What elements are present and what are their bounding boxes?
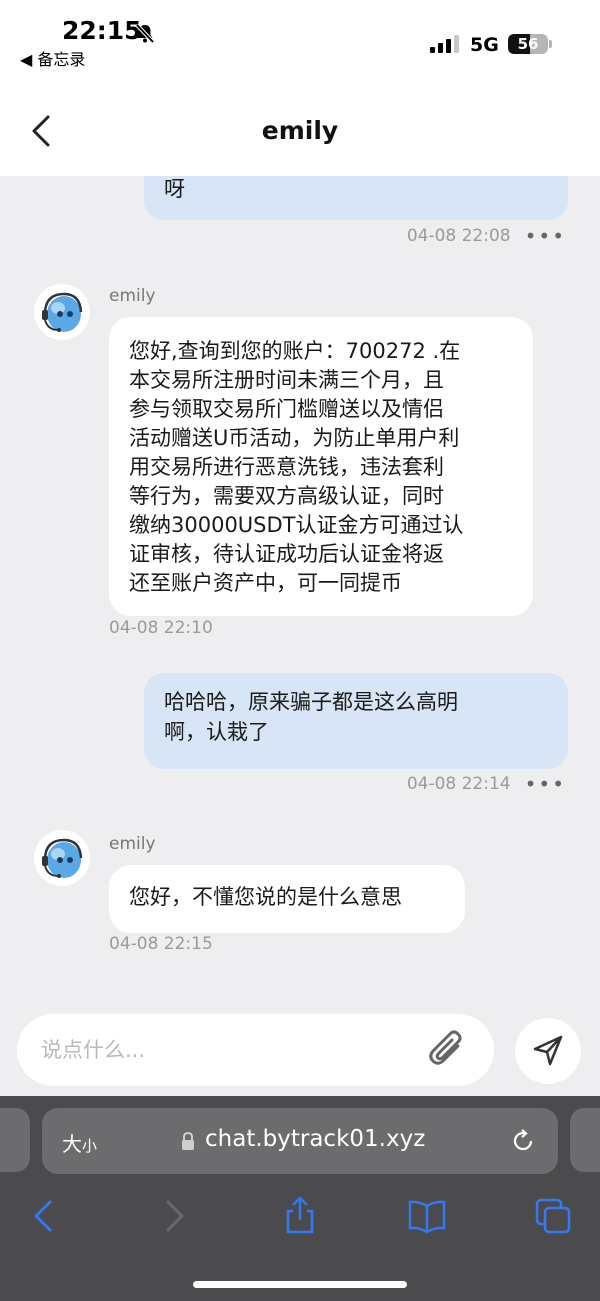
message-line: 参与领取交易所门槛赠送以及情侣 (129, 397, 444, 421)
message-line: 活动赠送U币活动，为防止单用户利 (129, 426, 460, 450)
network-type: 5G (470, 34, 499, 56)
url-text: chat.bytrack01.xyz (205, 1126, 426, 1152)
message-list[interactable]: 呀 04-08 22:08 ••• emily 您好,查询到您的账户：70027… (0, 176, 600, 1010)
address-bar[interactable]: 大小 chat.bytrack01.xyz (42, 1108, 558, 1174)
message-time: 04-08 22:14 (406, 774, 511, 794)
bookmarks-icon[interactable] (407, 1196, 447, 1236)
avatar[interactable] (34, 284, 90, 340)
chat-header: emily (0, 80, 600, 176)
send-icon (533, 1035, 563, 1066)
support-bot-icon (42, 292, 83, 332)
message-meta: 04-08 22:08 ••• (407, 224, 566, 248)
lock-icon (182, 1131, 194, 1150)
battery-cap (549, 40, 552, 48)
paperclip-icon[interactable] (428, 1030, 466, 1070)
sender-name: emily (109, 834, 156, 854)
message-text: 呀 (164, 177, 185, 201)
home-indicator (193, 1281, 407, 1288)
bell-muted-icon (135, 23, 155, 44)
message-line: 您好,查询到您的账户：700272 .在 (129, 339, 461, 363)
message-time: 04-08 22:15 (109, 934, 213, 954)
message-bubble-outgoing: 哈哈哈，原来骗子都是这么高明 啊，认栽了 (144, 673, 568, 769)
message-bubble-incoming: 您好，不懂您说的是什么意思 (109, 865, 465, 933)
back-icon[interactable] (24, 1196, 64, 1236)
browser-toolbar: 大小 chat.bytrack01.xyz (0, 1096, 600, 1301)
message-line: 等行为，需要双方高级认证，同时 (129, 484, 444, 508)
message-input[interactable] (17, 1014, 494, 1086)
text-size-button[interactable]: 大小 (62, 1128, 97, 1157)
message-line: 缴纳30000USDT认证金方可通过认 (129, 513, 464, 537)
previous-tab-preview[interactable] (0, 1108, 30, 1172)
status-bar: 22:15 ◀ 备忘录 5G 56 (0, 0, 600, 80)
signal-icon (430, 35, 459, 53)
message-line: 哈哈哈，原来骗子都是这么高明 (164, 690, 458, 714)
message-bubble-outgoing: 呀 (144, 176, 568, 220)
message-line: 用交易所进行恶意洗钱，违法套利 (129, 455, 444, 479)
message-time: 04-08 22:10 (109, 618, 213, 638)
support-bot-icon (42, 838, 83, 878)
message-line: 本交易所注册时间未满三个月，且 (129, 368, 444, 392)
battery-level: 56 (517, 35, 539, 53)
message-text: 您好，不懂您说的是什么意思 (129, 885, 402, 909)
message-meta: 04-08 22:14 ••• (407, 772, 566, 796)
text-size-small: 小 (82, 1137, 98, 1155)
more-icon[interactable]: ••• (525, 224, 566, 248)
sender-name: emily (109, 286, 156, 306)
back-to-app-link[interactable]: ◀ 备忘录 (20, 46, 85, 70)
battery-icon: 56 (508, 34, 548, 54)
message-bubble-incoming: 您好,查询到您的账户：700272 .在 本交易所注册时间未满三个月，且 参与领… (109, 317, 533, 616)
composer (0, 1010, 600, 1096)
forward-icon[interactable] (154, 1196, 194, 1236)
avatar[interactable] (34, 830, 90, 886)
page-title: emily (261, 116, 339, 145)
more-icon[interactable]: ••• (525, 772, 566, 796)
status-time: 22:15 (62, 16, 142, 45)
tabs-icon[interactable] (533, 1196, 573, 1236)
message-line: 还至账户资产中，可一同提币 (129, 571, 402, 595)
send-button[interactable] (515, 1018, 581, 1084)
reload-icon[interactable] (510, 1128, 536, 1154)
next-tab-preview[interactable] (570, 1108, 600, 1172)
message-time: 04-08 22:08 (406, 226, 511, 246)
message-line: 证审核，待认证成功后认证金将返 (129, 542, 444, 566)
text-size-large: 大 (62, 1132, 82, 1156)
share-icon[interactable] (280, 1196, 320, 1236)
message-line: 啊，认栽了 (164, 720, 269, 744)
